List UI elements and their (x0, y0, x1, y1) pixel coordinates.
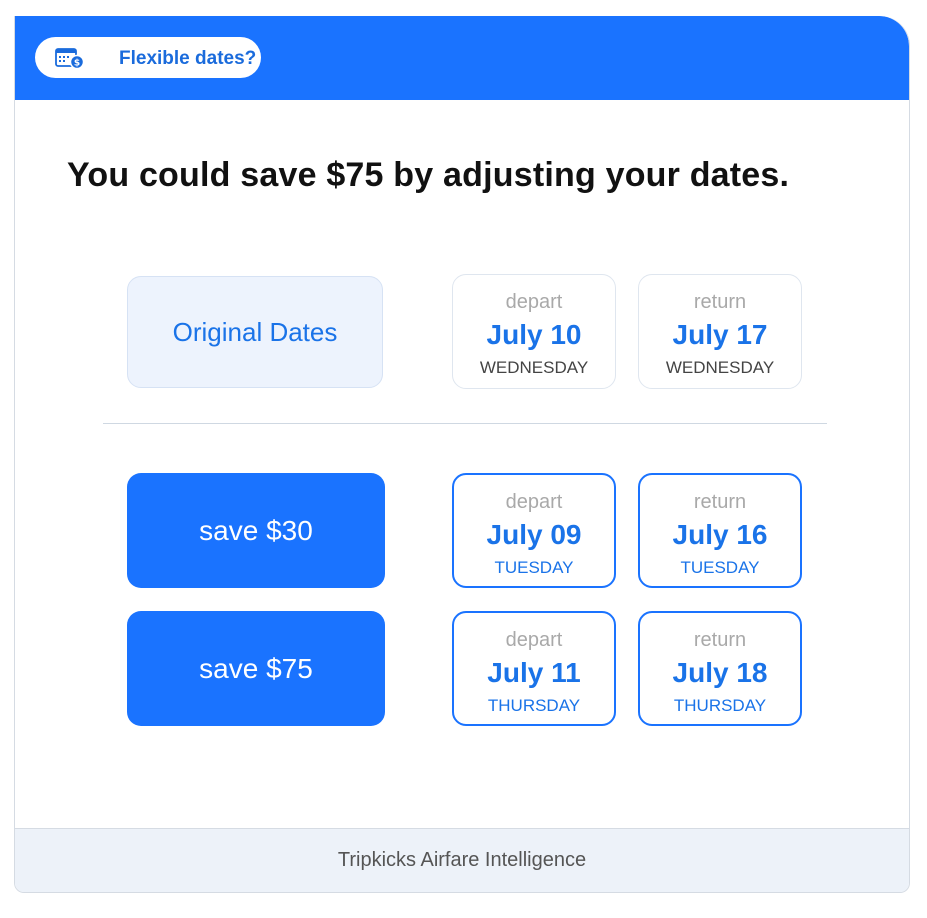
date-value: July 11 (487, 657, 581, 688)
original-return-box: return July 17 WEDNESDAY (638, 274, 802, 389)
date-kind: depart (505, 291, 563, 313)
save-button-label: save $30 (199, 514, 313, 546)
date-kind: return (693, 291, 747, 313)
save-75-button[interactable]: save $75 (127, 611, 385, 726)
date-value: July 18 (672, 657, 768, 688)
day-of-week: THURSDAY (673, 696, 767, 715)
save-button-label: save $75 (199, 652, 313, 684)
section-divider (103, 423, 827, 424)
option2-return-box[interactable]: return July 18 THURSDAY (638, 611, 802, 726)
original-dates-label-box: Original Dates (127, 276, 383, 388)
svg-text:$: $ (74, 59, 80, 69)
date-value: July 16 (672, 519, 768, 550)
flexible-dates-label: Flexible dates? (119, 48, 257, 69)
date-kind: return (693, 491, 747, 513)
day-of-week: TUESDAY (494, 558, 574, 577)
flexible-dates-pill[interactable]: $ Flexible dates? (35, 37, 261, 78)
card-header: $ Flexible dates? (15, 16, 909, 100)
save-30-button[interactable]: save $30 (127, 473, 385, 588)
date-kind: depart (505, 491, 563, 513)
day-of-week: THURSDAY (487, 696, 581, 715)
date-kind: depart (505, 629, 563, 651)
original-dates-label: Original Dates (172, 316, 338, 347)
day-of-week: TUESDAY (680, 558, 760, 577)
flexible-dates-card: $ Flexible dates? You could save $75 by … (14, 16, 910, 893)
date-value: July 17 (672, 319, 768, 350)
footer-brand: Tripkicks Airfare Intelligence (337, 849, 587, 871)
date-value: July 09 (486, 519, 582, 550)
date-value: July 10 (486, 319, 582, 350)
day-of-week: WEDNESDAY (479, 358, 589, 377)
day-of-week: WEDNESDAY (665, 358, 775, 377)
calendar-dollar-icon: $ (55, 48, 85, 69)
option1-depart-box[interactable]: depart July 09 TUESDAY (452, 473, 616, 588)
option1-return-box[interactable]: return July 16 TUESDAY (638, 473, 802, 588)
card-footer: Tripkicks Airfare Intelligence (15, 828, 909, 892)
date-kind: return (693, 629, 747, 651)
original-depart-box: depart July 10 WEDNESDAY (452, 274, 616, 389)
savings-headline: You could save $75 by adjusting your dat… (67, 156, 790, 194)
option2-depart-box[interactable]: depart July 11 THURSDAY (452, 611, 616, 726)
